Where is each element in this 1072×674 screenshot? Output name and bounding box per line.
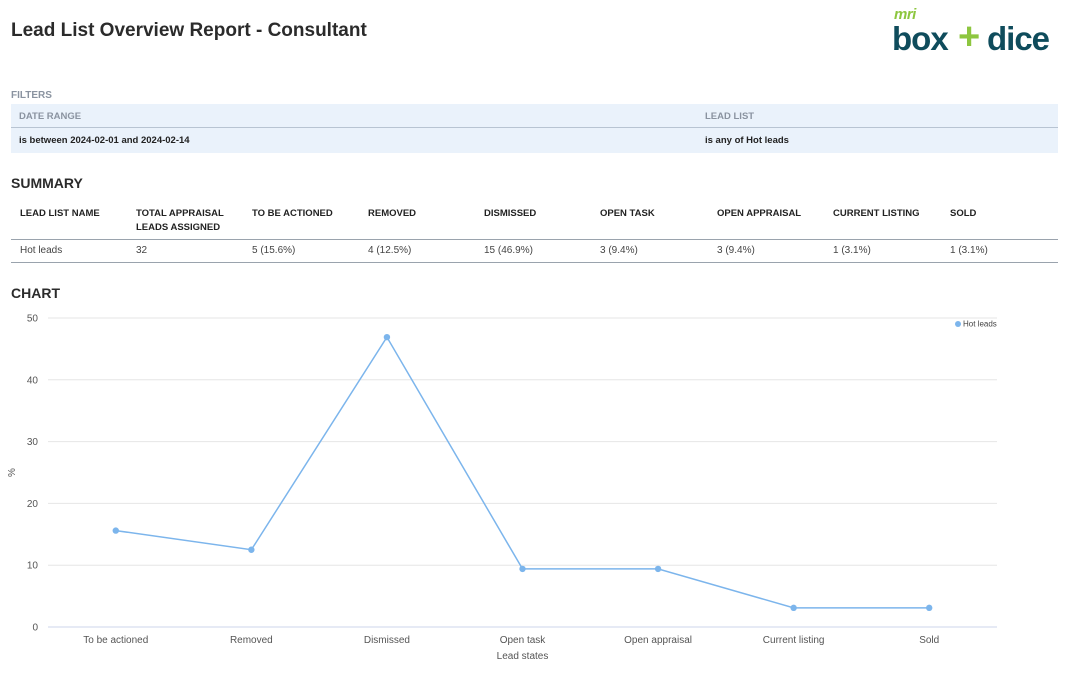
col-header-open-appraisal: OPEN APPRAISAL	[717, 208, 802, 219]
data-point	[926, 604, 933, 612]
filters-header-row: DATE RANGE LEAD LIST	[11, 104, 1058, 128]
col-header-open-task: OPEN TASK	[600, 208, 655, 219]
y-tick-label: 10	[27, 561, 39, 572]
filters-label: FILTERS	[11, 90, 52, 101]
y-tick-labels: 0 10 20 30 40 50	[27, 314, 39, 634]
lead-list-value: is any of Hot leads	[705, 135, 789, 146]
col-header-dismissed: DISMISSED	[484, 208, 537, 219]
x-axis-title: Lead states	[497, 651, 549, 662]
date-range-value: is between 2024-02-01 and 2024-02-14	[19, 135, 190, 146]
summary-table: LEAD LIST NAME TOTAL APPRAISAL LEADS ASSI…	[11, 202, 1058, 263]
chart-heading: CHART	[11, 285, 60, 301]
x-tick-label: Removed	[230, 635, 273, 646]
cell-open-task: 3 (9.4%)	[600, 245, 638, 256]
col-header-to-be-actioned: TO BE ACTIONED	[252, 208, 333, 219]
chart-legend: Hot leads	[955, 320, 997, 329]
series-layer	[112, 333, 933, 612]
data-point	[519, 565, 526, 573]
report-title: Lead List Overview Report - Consultant	[11, 20, 367, 41]
x-tick-labels: To be actioned Removed Dismissed Open task O…	[83, 635, 939, 646]
col-header-total-appraisal: TOTAL APPRAISAL LEADS ASSIGNED	[136, 208, 224, 233]
x-tick-label: Current listing	[763, 635, 825, 646]
data-point	[112, 527, 119, 534]
cell-lead-list-name: Hot leads	[20, 245, 63, 256]
x-tick-label: Dismissed	[364, 635, 410, 646]
data-point	[248, 546, 255, 553]
logo-box-text: box	[892, 20, 949, 57]
cell-total-appraisal: 32	[136, 245, 148, 256]
table-row: Hot leads 32 5 (15.6%) 4 (12.5%) 15 (46.…	[11, 240, 1058, 263]
summary-header-row: LEAD LIST NAME TOTAL APPRAISAL LEADS ASSI…	[11, 202, 1058, 240]
y-tick-label: 30	[27, 437, 39, 448]
x-tick-label: To be actioned	[83, 635, 148, 646]
date-range-header: DATE RANGE	[19, 111, 82, 122]
col-header-current-listing: CURRENT LISTING	[833, 208, 920, 219]
x-tick-label: Open appraisal	[624, 635, 692, 646]
y-tick-label: 0	[32, 623, 38, 634]
data-point	[654, 565, 662, 573]
lead-list-header: LEAD LIST	[705, 111, 755, 122]
logo-dice-text: dice	[987, 20, 1050, 57]
x-tick-label: Open task	[500, 635, 547, 646]
y-tick-label: 40	[27, 375, 39, 386]
line-chart: 0 10 20 30 40 50 To be actioned Removed Dismiss…	[0, 305, 1072, 674]
cell-removed: 4 (12.5%)	[368, 245, 412, 256]
y-tick-label: 50	[27, 314, 39, 325]
logo-plus-text: +	[958, 16, 981, 58]
legend-marker-hot-leads	[955, 321, 961, 327]
y-axis-title: %	[7, 468, 18, 477]
cell-sold: 1 (3.1%)	[950, 245, 988, 256]
summary-heading: SUMMARY	[11, 175, 83, 191]
col-header-sold: SOLD	[950, 208, 977, 219]
y-tick-label: 20	[27, 499, 39, 510]
x-tick-label: Sold	[919, 635, 939, 646]
legend-label-hot-leads: Hot leads	[963, 320, 997, 329]
grid-lines	[48, 317, 997, 628]
cell-to-be-actioned: 5 (15.6%)	[252, 245, 296, 256]
filters-panel: DATE RANGE LEAD LIST is between 2024-02-…	[11, 104, 1058, 153]
box-dice-logo: mri box + dice	[892, 6, 1058, 62]
cell-current-listing: 1 (3.1%)	[833, 245, 871, 256]
data-point	[383, 333, 391, 341]
col-header-lead-list-name: LEAD LIST NAME	[20, 208, 100, 219]
col-header-removed: REMOVED	[368, 208, 417, 219]
cell-open-appraisal: 3 (9.4%)	[717, 245, 755, 256]
data-point	[790, 604, 797, 612]
cell-dismissed: 15 (46.9%)	[484, 245, 533, 256]
chart-svg: 0 10 20 30 40 50 To be actioned Removed Dismiss…	[7, 314, 997, 662]
